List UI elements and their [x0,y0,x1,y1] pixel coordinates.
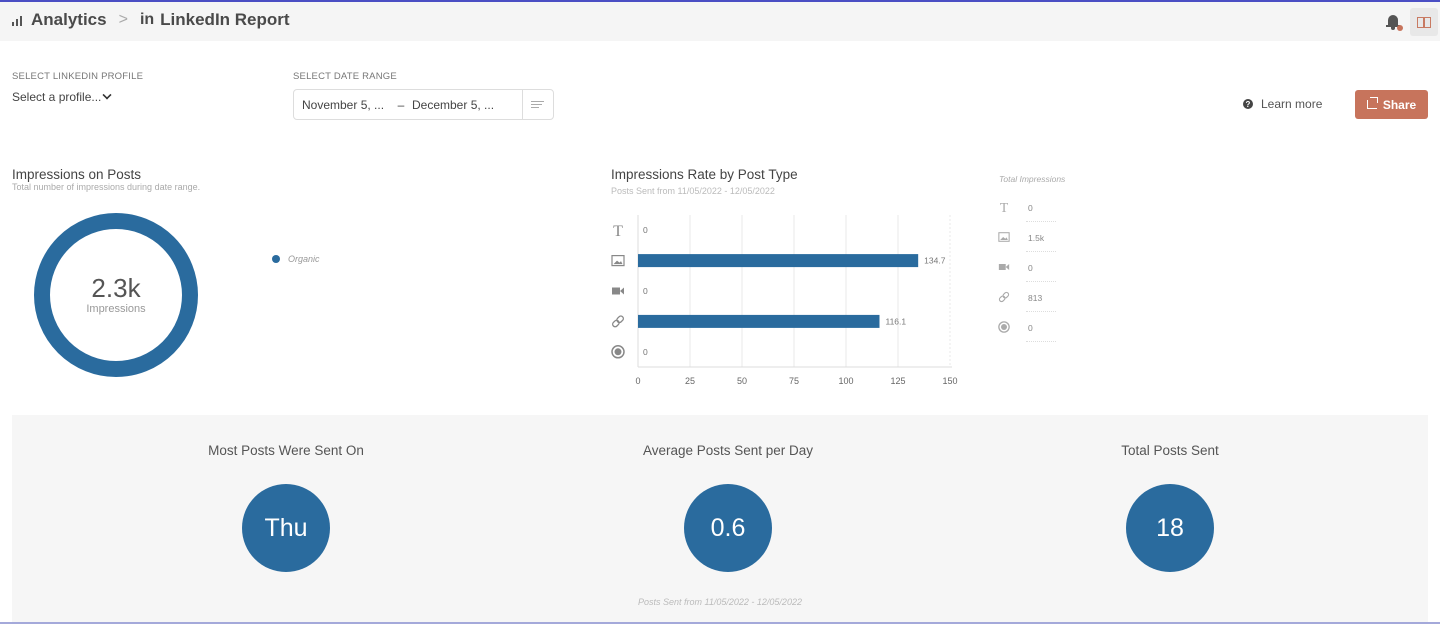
chart-title: Impressions Rate by Post Type [611,167,798,182]
video-icon [612,287,624,295]
x-tick-label: 0 [635,376,640,386]
date-range-label: SELECT DATE RANGE [293,71,397,82]
book-icon [1417,16,1431,28]
total-impressions-header: Total Impressions [999,174,1066,184]
x-tick-label: 125 [890,376,905,386]
share-icon [1366,97,1378,109]
bar-link[interactable] [638,314,880,328]
share-button[interactable]: Share [1355,90,1428,119]
stats-panel: Most Posts Were Sent On Thu Average Post… [12,415,1428,622]
impressions-total: 2.3k [91,273,141,303]
x-tick-label: 75 [789,376,799,386]
image-icon [998,231,1010,246]
total-impressions-row: T0 [998,200,1058,231]
total-posts-value: 18 [1126,484,1214,572]
breadcrumb-analytics[interactable]: Analytics [31,10,107,30]
impressions-title: Impressions on Posts [12,167,142,182]
impressions-rate-chart: 0 25 50 75 100 125 150 T 0 134.7 0 116.1 0 [611,215,958,386]
bar-value-label: 134.7 [924,256,946,266]
link-icon [998,291,1010,306]
chart-subtitle: Posts Sent from 11/05/2022 - 12/05/2022 [611,186,775,196]
x-tick-label: 150 [942,376,957,386]
total-impressions-row: 813 [998,291,1058,321]
date-from-input[interactable]: November 5, ... [294,98,390,112]
svg-text:T: T [613,223,623,240]
total-impressions-row: 0 [998,321,1058,351]
bar-image[interactable] [638,254,919,268]
total-impressions-value: 813 [1028,293,1043,303]
legend-label: Organic [288,254,320,264]
date-menu-icon[interactable] [522,90,553,119]
profile-label: SELECT LINKEDIN PROFILE [12,71,144,82]
row-divider [1026,221,1056,222]
chevron-right-icon: > [118,11,128,28]
total-impressions-value: 0 [1028,263,1033,273]
legend-item-organic: Organic [272,254,320,264]
impressions-total-label: Impressions [86,303,146,315]
row-divider [1026,281,1056,282]
date-to-input[interactable]: December 5, ... [412,98,522,112]
date-range-picker[interactable]: November 5, ... – December 5, ... [293,89,554,120]
header-bar: Analytics > in LinkedIn Report [0,2,1440,41]
total-impressions-value: 0 [1028,323,1033,333]
bar-value-label: 0 [643,347,648,357]
avg-posts-value: 0.6 [684,484,772,572]
total-impressions-value: 1.5k [1028,233,1045,243]
bell-icon[interactable] [1384,12,1404,32]
share-label: Share [1382,97,1417,112]
legend-dot [272,255,280,263]
most-day-title: Most Posts Were Sent On [208,443,364,458]
bar-value-label: 116.1 [885,316,906,326]
total-posts-title: Total Posts Sent [1121,443,1219,458]
header-actions [1384,4,1440,40]
bar-chart-icon [12,14,24,26]
x-tick-label: 50 [737,376,747,386]
radio-icon [611,345,625,359]
svg-text:T: T [1000,201,1009,213]
avg-posts-title: Average Posts Sent per Day [642,443,814,458]
date-separator: – [397,97,405,112]
impressions-subtitle: Total number of impressions during date … [12,182,201,192]
chevron-down-icon [102,90,112,100]
guide-button[interactable] [1410,8,1438,36]
text-icon: T [613,223,623,240]
profile-select[interactable]: Select a profile... [12,90,112,104]
learn-more-link[interactable]: ? Learn more [1243,97,1322,111]
breadcrumb: Analytics > in LinkedIn Report [12,10,290,30]
x-tick-label: 100 [838,376,853,386]
linkedin-icon: in [139,11,155,28]
bar-value-label: 0 [643,225,648,235]
link-icon [612,315,624,328]
impressions-donut: 2.3k Impressions [34,213,198,377]
radio-icon [998,321,1010,336]
total-impressions-row: 1.5k [998,231,1058,261]
row-divider [1026,311,1056,312]
video-icon [998,261,1010,276]
row-divider [1026,251,1056,252]
profile-select-value: Select a profile... [12,90,102,104]
page-title: LinkedIn Report [160,10,290,29]
total-impressions-row: 0 [998,261,1058,291]
most-day-value: Thu [242,484,330,572]
x-tick-label: 25 [685,376,695,386]
learn-more-label: Learn more [1261,97,1323,111]
text-icon: T [998,200,1010,216]
image-icon [611,254,625,267]
notification-dot [1397,25,1403,31]
row-divider [1026,341,1056,342]
bar-value-label: 0 [643,286,648,296]
stats-footnote: Posts Sent from 11/05/2022 - 12/05/2022 [638,597,802,607]
total-impressions-value: 0 [1028,203,1033,213]
help-icon: ? [1243,99,1253,109]
